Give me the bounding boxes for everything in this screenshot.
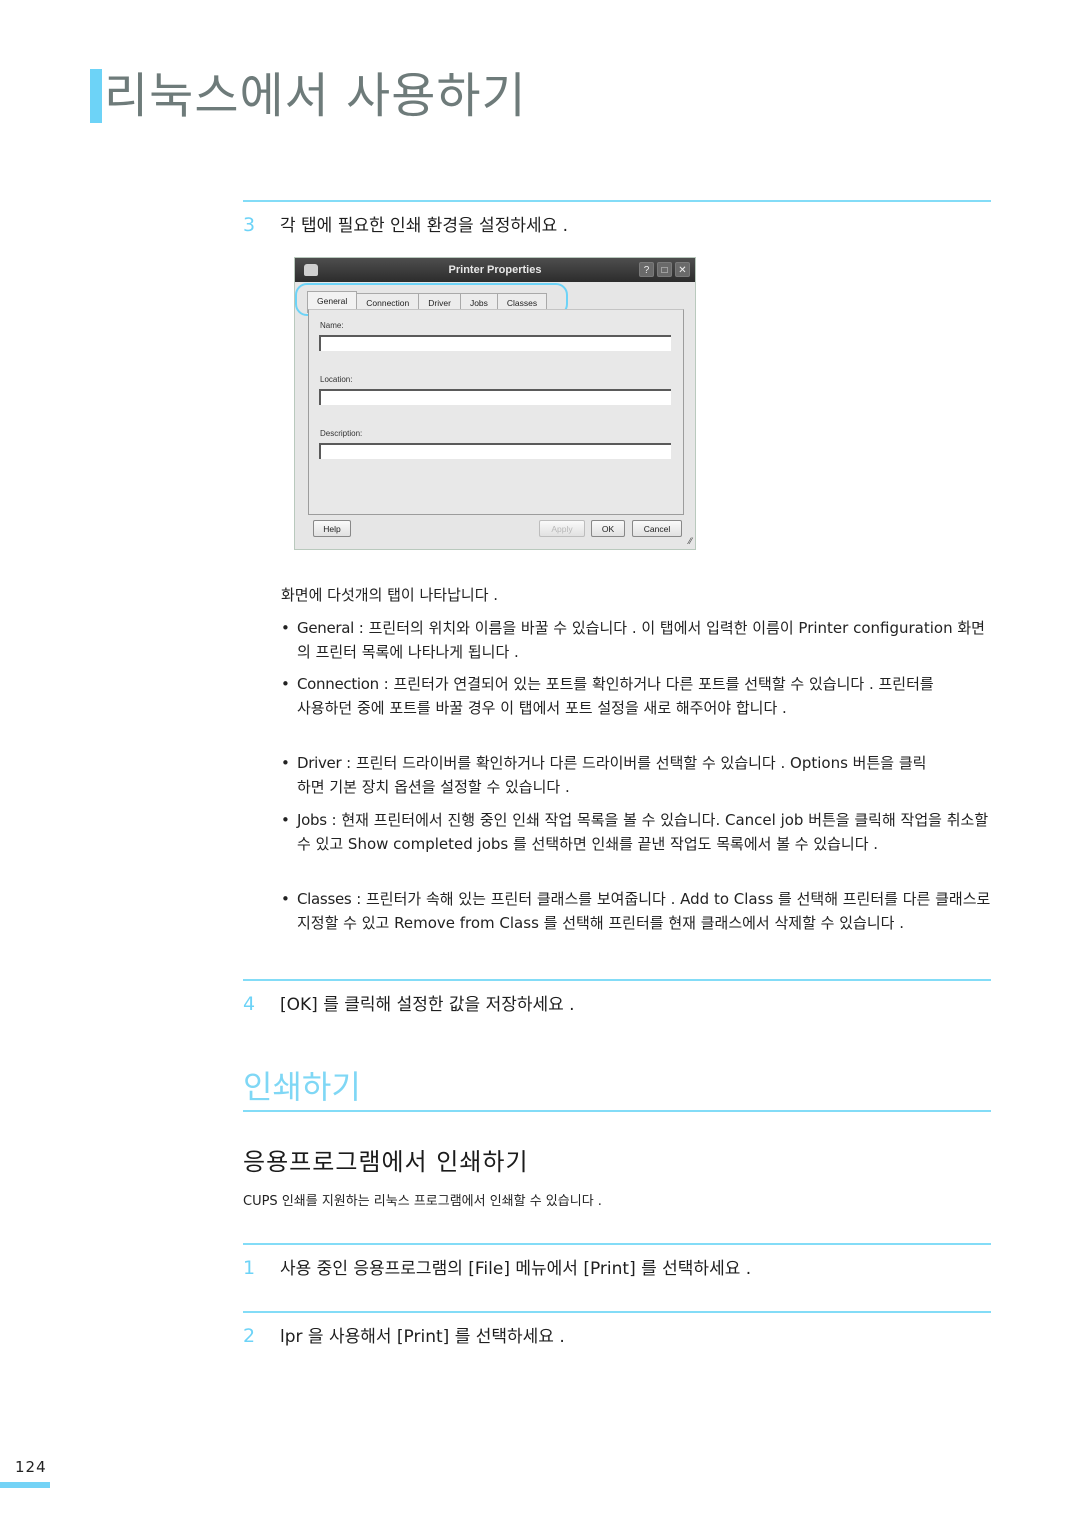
subsection-title: 응용프로그램에서 인쇄하기 [243,1148,529,1176]
bullet-text: : 프린터의 위치와 이름을 바꿀 수 있습니다 . 이 탭에서 입력한 이름이… [297,619,985,661]
bullet-general: • General : 프린터의 위치와 이름을 바꿀 수 있습니다 . 이 탭… [281,617,991,664]
step-number: 1 [243,1257,256,1279]
bullet-text: : 프린터가 속해 있는 프린터 클래스를 보여줍니다 . Add to Cla… [297,890,991,932]
bullet-jobs: • Jobs : 현재 프린터에서 진행 중인 인쇄 작업 목록을 볼 수 있습… [281,809,991,856]
step-text: 각 탭에 필요한 인쇄 환경을 설정하세요 . [280,216,569,236]
bullet-dot: • [281,811,290,829]
page-title-text: 리눅스에서 사용하기 [104,68,527,124]
step-text: 사용 중인 응용프로그램의 [File] 메뉴에서 [Print] 를 선택하세… [280,1259,752,1279]
dialog-titlebar: Printer Properties ? □ ✕ [295,258,695,282]
name-field[interactable] [319,335,671,351]
bullet-term: Jobs [297,811,327,829]
dialog-title: Printer Properties [448,264,542,276]
bullet-dot: • [281,754,290,772]
step-number: 3 [243,214,256,236]
bullet-text: : 프린터 드라이버를 확인하거나 다른 드라이버를 선택할 수 있습니다 . … [297,754,927,796]
bullet-term: Connection [297,675,379,693]
divider [243,1110,991,1112]
divider [243,979,991,981]
printer-properties-dialog: Printer Properties ? □ ✕ General Connect… [294,257,696,550]
apply-button[interactable]: Apply [539,520,585,537]
step-text: [OK] 를 클릭해 설정한 값을 저장하세요 . [280,995,575,1015]
cancel-button[interactable]: Cancel [632,520,682,537]
general-tab-panel: Name: Location: Description: [308,309,684,515]
page-title: 리눅스에서 사용하기 [90,66,527,126]
description-field[interactable] [319,443,671,459]
title-accent-bar [90,69,102,123]
page-number-bar [0,1482,50,1488]
divider [243,200,991,202]
maximize-icon[interactable]: □ [657,262,672,277]
divider [243,1311,991,1313]
intro-text: 화면에 다섯개의 탭이 나타납니다 . [281,586,499,604]
step-number: 4 [243,993,256,1015]
close-icon[interactable]: ✕ [675,262,690,277]
bullet-term: Classes [297,890,352,908]
location-label: Location: [320,375,353,384]
bullet-classes: • Classes : 프린터가 속해 있는 프린터 클래스를 보여줍니다 . … [281,888,991,935]
print-step-2: 2 lpr 을 사용해서 [Print] 를 선택하세요 . [243,1322,565,1347]
print-step-1: 1 사용 중인 응용프로그램의 [File] 메뉴에서 [Print] 를 선택… [243,1254,751,1279]
name-label: Name: [320,321,344,330]
section-title: 인쇄하기 [243,1068,361,1106]
bullet-text: : 현재 프린터에서 진행 중인 인쇄 작업 목록을 볼 수 있습니다. Can… [297,811,989,853]
divider [243,1243,991,1245]
bullet-dot: • [281,619,290,637]
step-number: 2 [243,1325,256,1347]
bullet-driver: • Driver : 프린터 드라이버를 확인하거나 다른 드라이버를 선택할 … [281,752,931,799]
step-4: 4 [OK] 를 클릭해 설정한 값을 저장하세요 . [243,990,575,1015]
ok-button[interactable]: OK [591,520,625,537]
bullet-dot: • [281,890,290,908]
description-label: Description: [320,429,363,438]
location-field[interactable] [319,389,671,405]
bullet-term: General [297,619,355,637]
step-text: lpr 을 사용해서 [Print] 를 선택하세요 . [280,1327,565,1347]
help-button[interactable]: Help [313,520,351,537]
bullet-term: Driver [297,754,342,772]
section-description: CUPS 인쇄를 지원하는 리눅스 프로그램에서 인쇄할 수 있습니다 . [243,1194,602,1209]
step-3: 3 각 탭에 필요한 인쇄 환경을 설정하세요 . [243,211,568,236]
help-icon[interactable]: ? [639,262,654,277]
page-number: 124 [15,1458,47,1476]
resize-grip-icon[interactable]: ⁄⁄ [689,536,692,546]
bullet-connection: • Connection : 프린터가 연결되어 있는 포트를 확인하거나 다른… [281,673,951,720]
bullet-text: : 프린터가 연결되어 있는 포트를 확인하거나 다른 포트를 선택할 수 있습… [297,675,934,717]
bullet-dot: • [281,675,290,693]
